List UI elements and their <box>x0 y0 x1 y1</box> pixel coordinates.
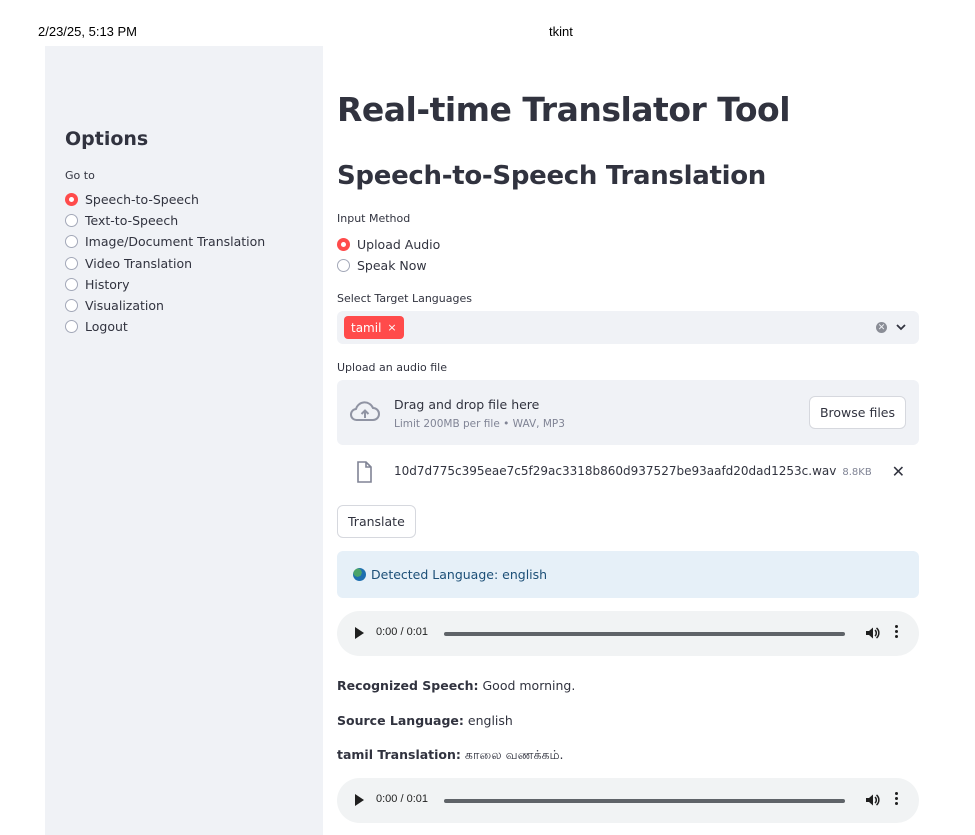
dropzone-title: Drag and drop file here <box>394 397 540 412</box>
target-languages-label: Select Target Languages <box>337 292 472 305</box>
nav-item-image-document[interactable]: Image/Document Translation <box>65 231 265 252</box>
file-dropzone[interactable]: Drag and drop file here Limit 200MB per … <box>337 380 919 445</box>
input-option-label: Speak Now <box>357 258 427 274</box>
nav-item-text-to-speech[interactable]: Text-to-Speech <box>65 210 265 231</box>
target-languages-multiselect[interactable]: tamil × ✕ <box>337 311 919 344</box>
translation-label: tamil Translation: <box>337 747 461 762</box>
nav-item-logout[interactable]: Logout <box>65 316 265 337</box>
nav-item-label: Video Translation <box>85 255 193 271</box>
browse-files-button[interactable]: Browse files <box>808 396 906 429</box>
audio-progress-track[interactable] <box>444 799 845 803</box>
nav-item-history[interactable]: History <box>65 274 265 295</box>
source-language-value: english <box>467 713 513 728</box>
translate-button[interactable]: Translate <box>337 505 416 538</box>
sidebar: Options Go to Speech-to-Speech Text-to-S… <box>45 46 323 835</box>
cloud-upload-icon <box>350 401 380 421</box>
input-option-upload-audio[interactable]: Upload Audio <box>337 234 440 255</box>
print-title: tkint <box>549 24 573 39</box>
translation-value: காலை வணக்கம். <box>464 747 564 762</box>
input-method-label: Input Method <box>337 212 411 225</box>
input-option-speak-now[interactable]: Speak Now <box>337 255 440 276</box>
radio-icon[interactable] <box>337 259 350 273</box>
nav-item-video-translation[interactable]: Video Translation <box>65 253 265 274</box>
radio-icon[interactable] <box>65 277 78 291</box>
sidebar-heading: Options <box>65 128 149 150</box>
page-title: Real-time Translator Tool <box>337 90 791 129</box>
upload-label: Upload an audio file <box>337 361 447 374</box>
radio-selected-icon[interactable] <box>337 238 350 252</box>
section-title: Speech-to-Speech Translation <box>337 161 766 191</box>
globe-icon <box>353 568 366 581</box>
audio-progress-track[interactable] <box>444 632 845 636</box>
nav-item-label: Image/Document Translation <box>85 234 266 250</box>
language-tag: tamil × <box>344 316 404 339</box>
detected-language-alert: Detected Language: english <box>337 551 919 598</box>
nav-item-visualization[interactable]: Visualization <box>65 295 265 316</box>
recognized-speech-value: Good morning. <box>482 678 576 693</box>
file-size: 8.8KB <box>842 467 872 478</box>
remove-file-icon[interactable]: ✕ <box>892 462 905 482</box>
dropzone-limit: Limit 200MB per file • WAV, MP3 <box>394 418 565 430</box>
volume-icon[interactable] <box>864 792 880 808</box>
file-icon <box>357 461 372 483</box>
input-option-label: Upload Audio <box>357 237 441 253</box>
nav-item-speech-to-speech[interactable]: Speech-to-Speech <box>65 189 265 210</box>
translation-line: tamil Translation: காலை வணக்கம். <box>337 747 564 764</box>
nav-item-label: History <box>85 276 130 292</box>
input-method-radio-group: Upload Audio Speak Now <box>337 234 440 276</box>
chevron-down-icon[interactable] <box>895 321 907 333</box>
language-tag-label: tamil <box>351 320 382 335</box>
audio-player[interactable]: 0:00 / 0:01 <box>337 611 919 656</box>
source-language-line: Source Language: english <box>337 713 513 728</box>
nav-item-label: Speech-to-Speech <box>85 192 199 208</box>
radio-icon[interactable] <box>65 299 78 313</box>
goto-label: Go to <box>65 169 95 182</box>
nav-item-label: Logout <box>85 319 128 335</box>
clear-all-icon[interactable]: ✕ <box>876 322 887 333</box>
more-options-icon[interactable] <box>895 625 899 640</box>
radio-icon[interactable] <box>65 214 78 228</box>
audio-time: 0:00 / 0:01 <box>376 626 428 638</box>
detected-language-text: Detected Language: english <box>371 567 548 582</box>
audio-time: 0:00 / 0:01 <box>376 793 428 805</box>
uploaded-file-name: 10d7d775c395eae7c5f29ac3318b860d937527be… <box>394 464 872 478</box>
print-date: 2/23/25, 5:13 PM <box>38 24 138 39</box>
radio-icon[interactable] <box>65 235 78 249</box>
nav-radio-group: Speech-to-Speech Text-to-Speech Image/Do… <box>65 189 265 337</box>
play-icon[interactable] <box>355 627 364 639</box>
recognized-speech-line: Recognized Speech: Good morning. <box>337 678 575 693</box>
nav-item-label: Text-to-Speech <box>85 213 179 229</box>
radio-icon[interactable] <box>65 256 78 270</box>
audio-player[interactable]: 0:00 / 0:01 <box>337 778 919 823</box>
radio-selected-icon[interactable] <box>65 193 78 207</box>
radio-icon[interactable] <box>65 320 78 334</box>
source-language-label: Source Language: <box>337 713 464 728</box>
more-options-icon[interactable] <box>895 792 899 807</box>
volume-icon[interactable] <box>864 625 880 641</box>
play-icon[interactable] <box>355 794 364 806</box>
recognized-speech-label: Recognized Speech: <box>337 678 479 693</box>
nav-item-label: Visualization <box>85 298 164 314</box>
tag-remove-icon[interactable]: × <box>387 321 396 334</box>
uploaded-file-row: 10d7d775c395eae7c5f29ac3318b860d937527be… <box>337 458 919 486</box>
file-name-text: 10d7d775c395eae7c5f29ac3318b860d937527be… <box>394 464 837 478</box>
